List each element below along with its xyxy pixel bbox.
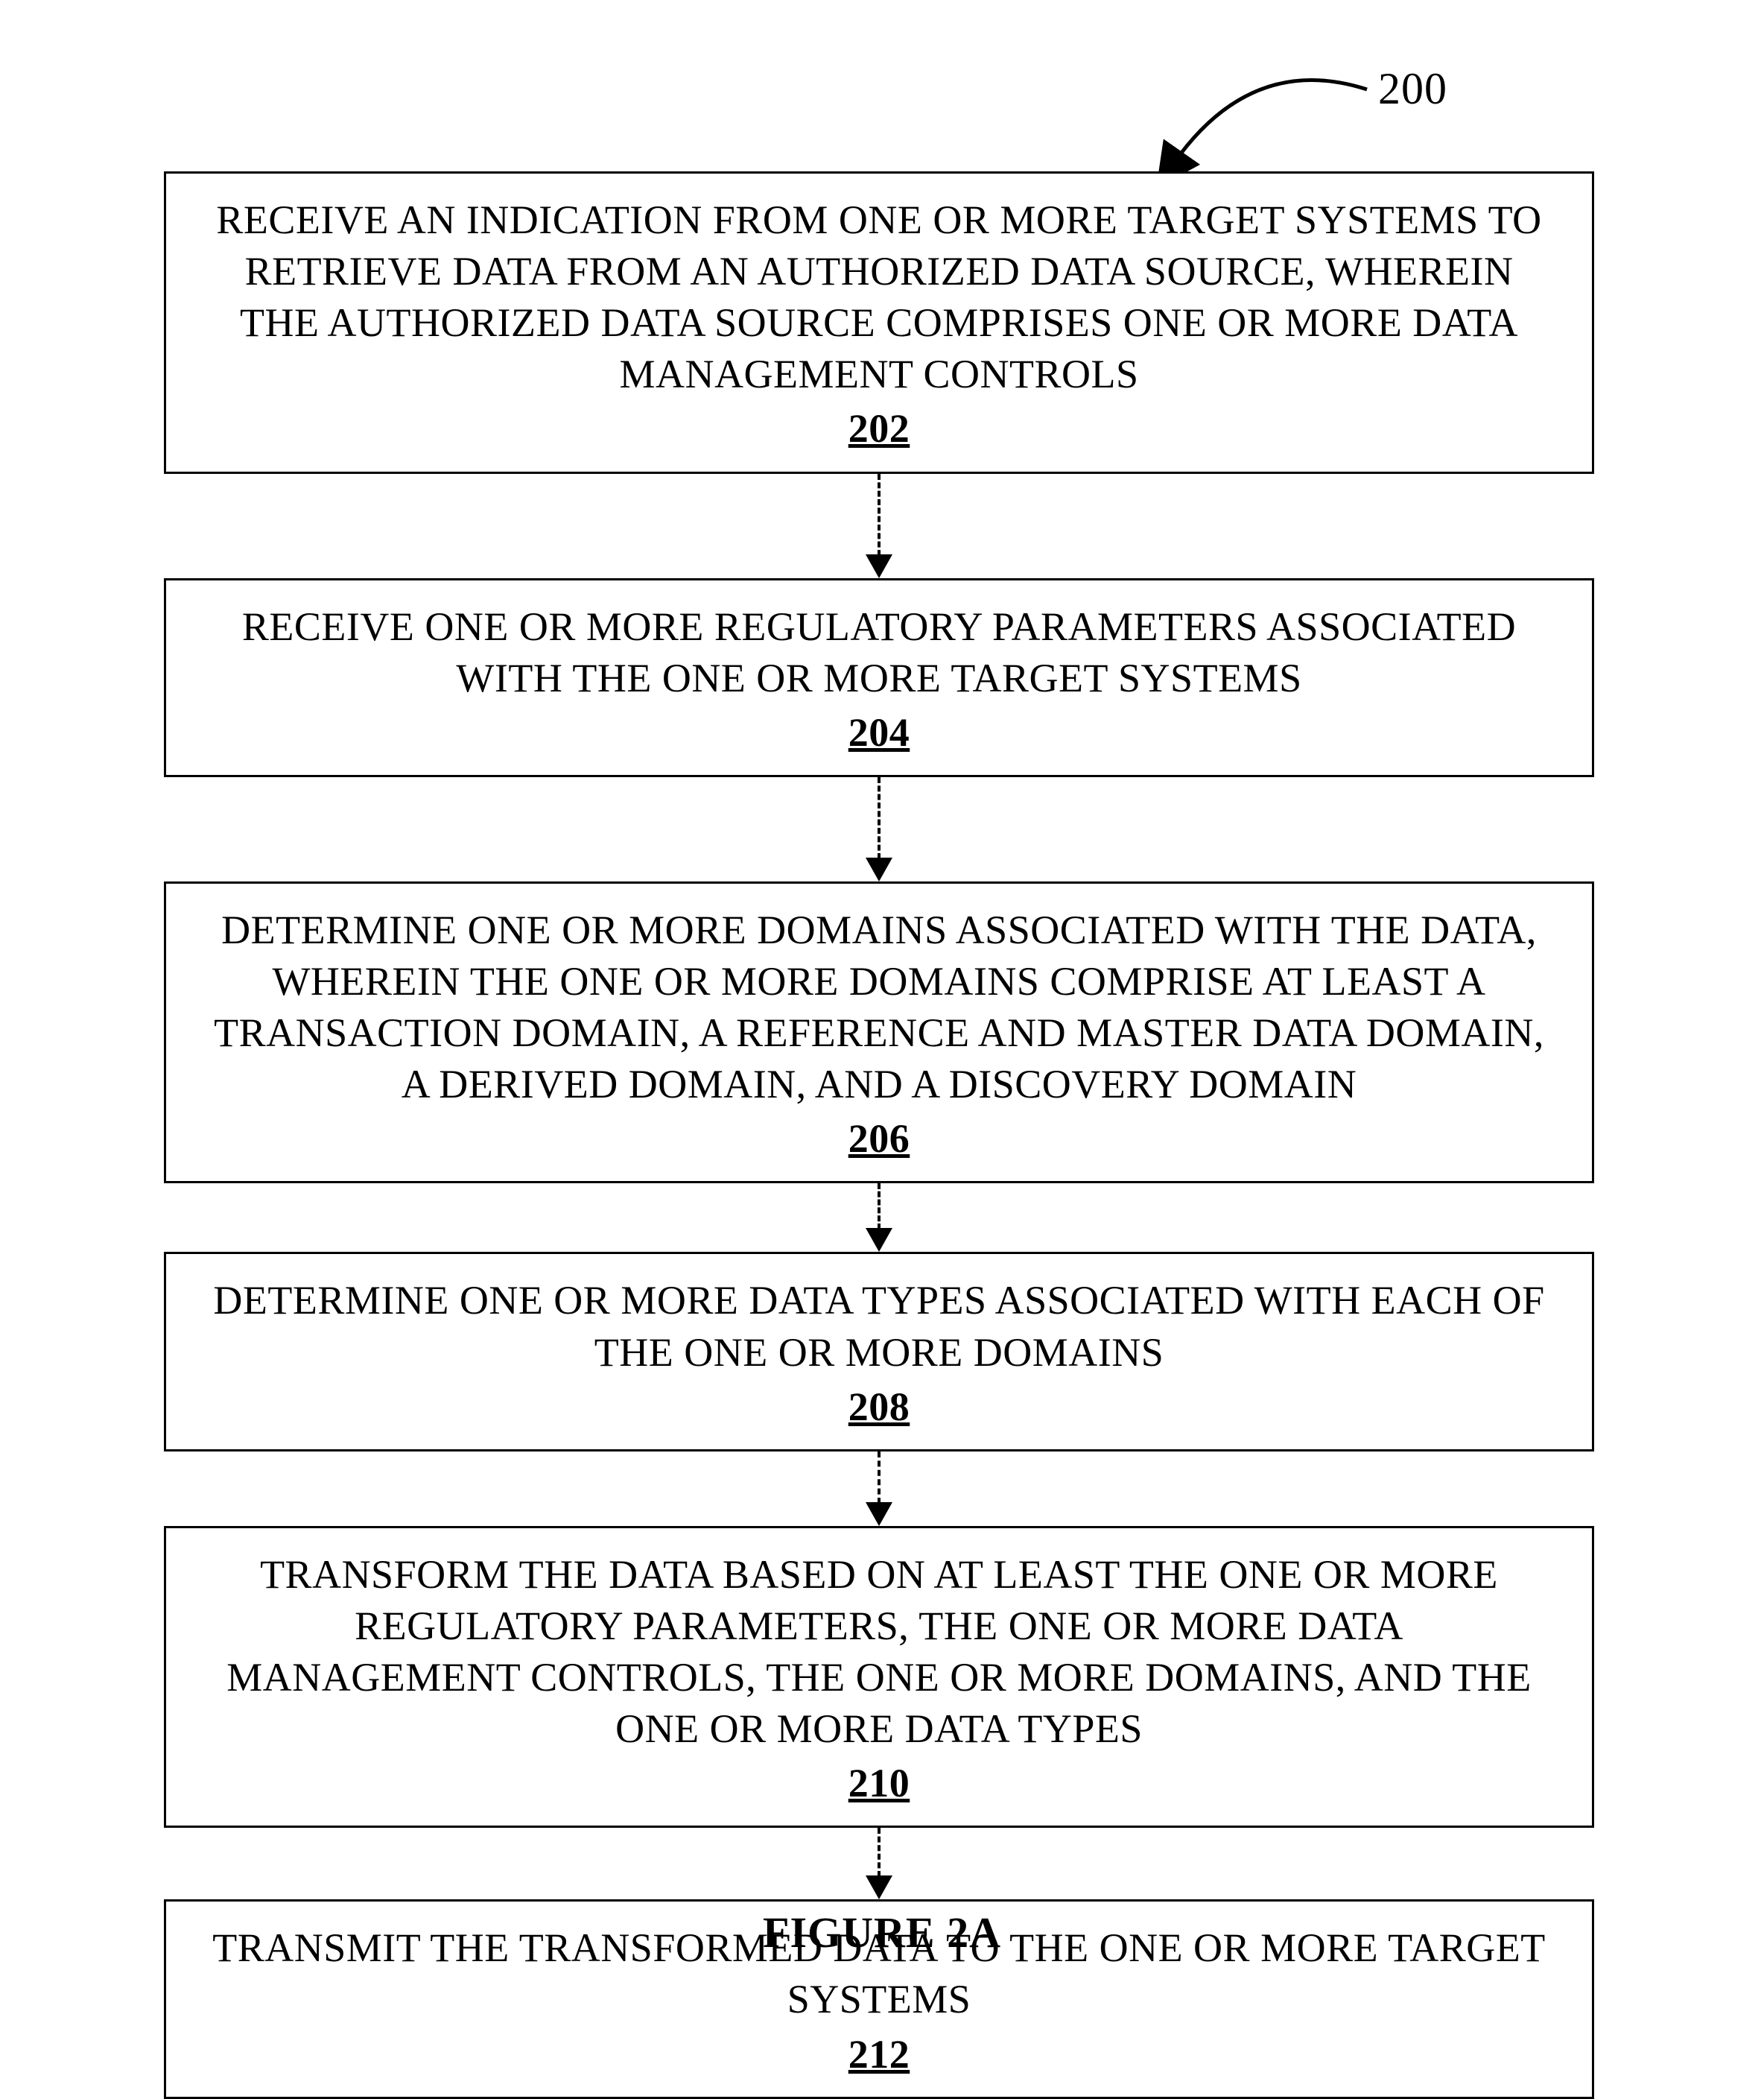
step-text: TRANSFORM THE DATA BASED ON AT LEAST THE… bbox=[211, 1549, 1547, 1755]
step-box-210: TRANSFORM THE DATA BASED ON AT LEAST THE… bbox=[164, 1526, 1594, 1829]
step-box-208: DETERMINE ONE OR MORE DATA TYPES ASSOCIA… bbox=[164, 1252, 1594, 1451]
step-number: 206 bbox=[848, 1113, 910, 1165]
figure-caption: FIGURE 2A bbox=[0, 1908, 1764, 1957]
reference-number: 200 bbox=[1378, 63, 1447, 115]
step-box-206: DETERMINE ONE OR MORE DOMAINS ASSOCIATED… bbox=[164, 881, 1594, 1184]
connector-arrow bbox=[866, 777, 892, 881]
step-text: DETERMINE ONE OR MORE DOMAINS ASSOCIATED… bbox=[211, 905, 1547, 1110]
step-number: 204 bbox=[848, 707, 910, 759]
step-box-202: RECEIVE AN INDICATION FROM ONE OR MORE T… bbox=[164, 171, 1594, 474]
step-number: 202 bbox=[848, 403, 910, 455]
step-box-204: RECEIVE ONE OR MORE REGULATORY PARAMETER… bbox=[164, 578, 1594, 777]
step-number: 208 bbox=[848, 1381, 910, 1433]
step-text: RECEIVE ONE OR MORE REGULATORY PARAMETER… bbox=[211, 601, 1547, 704]
connector-arrow bbox=[866, 474, 892, 578]
connector-arrow bbox=[866, 1183, 892, 1252]
step-number: 210 bbox=[848, 1758, 910, 1809]
step-number: 212 bbox=[848, 2029, 910, 2080]
connector-arrow bbox=[866, 1828, 892, 1899]
flowchart: RECEIVE AN INDICATION FROM ONE OR MORE T… bbox=[164, 171, 1594, 2099]
reference-leader-arrow bbox=[1132, 67, 1371, 179]
step-text: DETERMINE ONE OR MORE DATA TYPES ASSOCIA… bbox=[211, 1275, 1547, 1378]
step-text: RECEIVE AN INDICATION FROM ONE OR MORE T… bbox=[211, 194, 1547, 400]
connector-arrow bbox=[866, 1451, 892, 1526]
